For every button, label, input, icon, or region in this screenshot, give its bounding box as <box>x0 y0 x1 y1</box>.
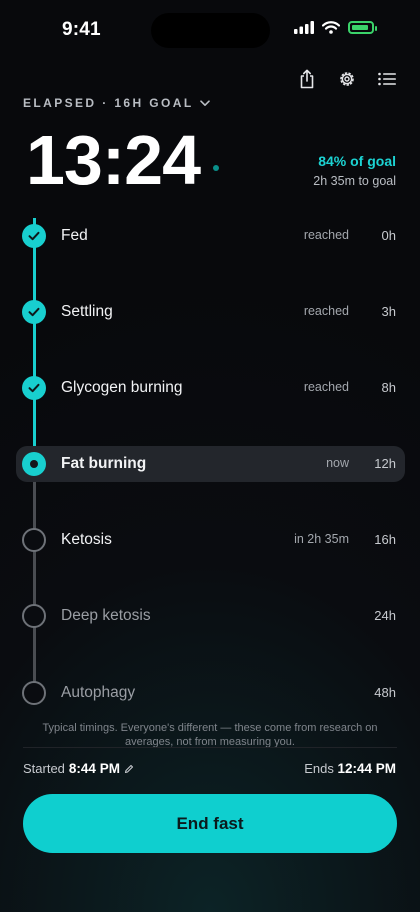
live-indicator-dot <box>213 165 219 171</box>
elapsed-label: ELAPSED · 16H GOAL <box>23 96 194 110</box>
stage-status: reached <box>303 304 349 318</box>
disclaimer-text: Typical timings. Everyone's different — … <box>42 722 378 748</box>
timeline-progress-rail <box>33 218 36 464</box>
battery-icon <box>348 21 377 34</box>
started-time: 8:44 PM <box>68 761 120 776</box>
toolbar <box>296 68 398 90</box>
goal-percent: 84% of goal <box>318 153 396 169</box>
edit-start-time[interactable]: Started 8:44 PM <box>23 761 134 776</box>
stage-fat-burning[interactable]: Fat burning now 12h <box>16 446 405 482</box>
stage-hour: 0h <box>381 228 396 243</box>
divider <box>23 747 397 748</box>
share-icon <box>300 69 314 89</box>
stage-name: Fed <box>61 227 88 244</box>
stage-ketosis[interactable]: Ketosis in 2h 35m 16h <box>16 522 405 558</box>
end-time: Ends 12:44 PM <box>304 761 396 776</box>
stage-hour: 16h <box>374 532 396 547</box>
goal-selector[interactable]: ELAPSED · 16H GOAL <box>23 96 210 110</box>
stage-hour: 12h <box>374 456 396 471</box>
check-icon <box>22 376 46 400</box>
stage-hour: 3h <box>381 304 396 319</box>
stage-name: Fat burning <box>61 455 147 472</box>
status-icons <box>294 21 377 34</box>
gear-icon <box>340 72 354 86</box>
check-icon <box>22 224 46 248</box>
ends-time: 12:44 PM <box>337 761 396 776</box>
stage-glycogen-burning[interactable]: Glycogen burning reached 8h <box>16 370 405 406</box>
stage-status: now <box>326 456 349 470</box>
stage-hour: 24h <box>374 608 396 623</box>
ends-label: Ends <box>304 761 334 776</box>
empty-circle-icon <box>22 681 46 705</box>
goal-remaining: 2h 35m to goal <box>313 174 396 188</box>
stage-hour: 8h <box>381 380 396 395</box>
wifi-icon <box>322 21 340 34</box>
cellular-signal-icon <box>294 21 314 34</box>
started-label: Started <box>23 761 65 776</box>
settings-button[interactable] <box>336 68 358 90</box>
empty-circle-icon <box>22 604 46 628</box>
stage-deep-ketosis[interactable]: Deep ketosis 24h <box>16 598 405 634</box>
current-stage-icon <box>22 452 46 476</box>
stage-status: reached <box>303 380 349 394</box>
stage-hour: 48h <box>374 685 396 700</box>
chevron-down-icon <box>199 99 210 106</box>
status-time: 9:41 <box>62 19 101 40</box>
stage-name: Deep ketosis <box>61 607 151 624</box>
pencil-icon <box>124 764 134 773</box>
stage-name: Glycogen burning <box>61 379 183 396</box>
empty-circle-icon <box>22 528 46 552</box>
check-icon <box>22 300 46 324</box>
stage-fed[interactable]: Fed reached 0h <box>16 218 405 254</box>
stage-name: Settling <box>61 303 113 320</box>
stage-name: Autophagy <box>61 684 136 701</box>
timeline-upcoming-rail <box>33 464 36 700</box>
stage-status: in 2h 35m <box>294 532 349 546</box>
list-icon <box>378 72 396 86</box>
end-fast-button[interactable]: End fast <box>23 794 397 853</box>
stage-autophagy[interactable]: Autophagy 48h <box>16 675 405 711</box>
dynamic-island <box>151 13 270 48</box>
stage-name: Ketosis <box>61 531 112 548</box>
stage-settling[interactable]: Settling reached 3h <box>16 294 405 330</box>
history-list-button[interactable] <box>376 68 398 90</box>
stage-status: reached <box>303 228 349 242</box>
elapsed-timer: 13:24 <box>26 121 201 199</box>
share-button[interactable] <box>296 68 318 90</box>
